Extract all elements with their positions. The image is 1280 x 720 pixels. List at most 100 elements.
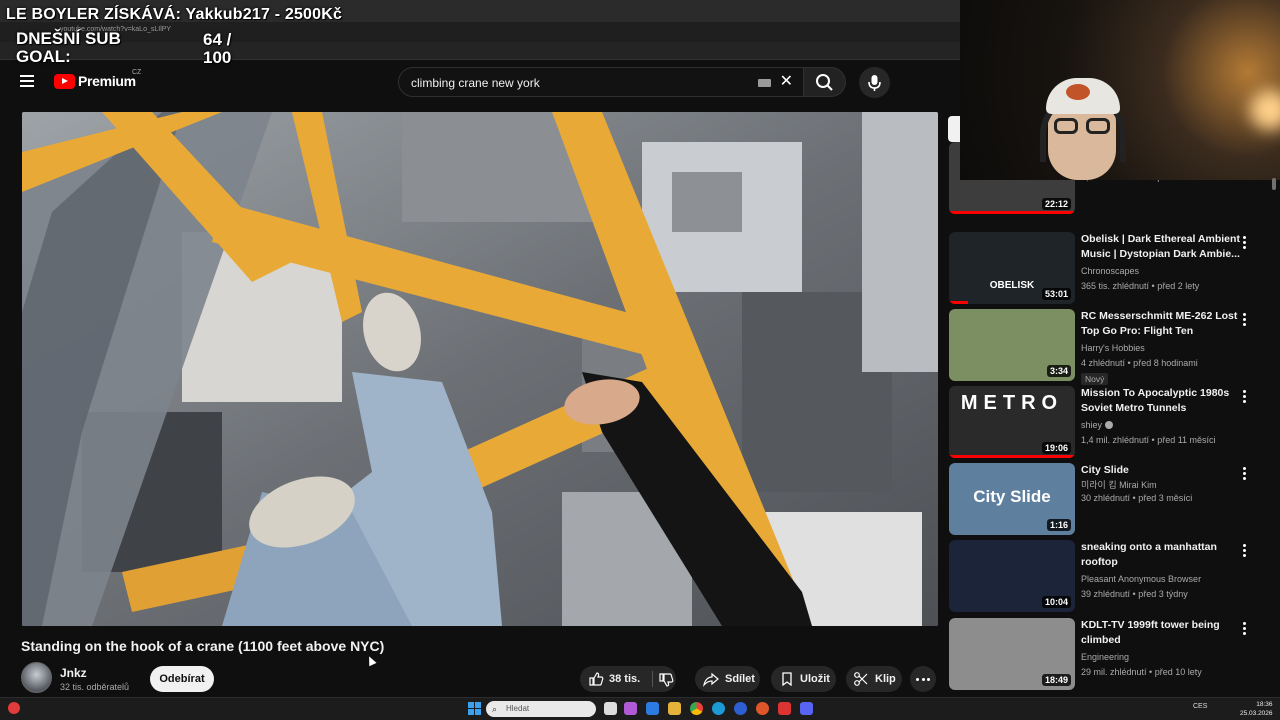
logo-text: Premium [78, 73, 136, 89]
windows-start-icon[interactable] [468, 702, 481, 715]
microphone-icon [868, 75, 881, 91]
more-options-icon[interactable] [1243, 622, 1247, 636]
input-language[interactable]: CES [1193, 703, 1207, 710]
recommendation-thumbnail[interactable]: City Slide 1:16 [949, 463, 1075, 535]
hamburger-menu-icon[interactable] [20, 75, 34, 87]
recommendation-title[interactable]: Obelisk | Dark Ethereal Ambient Music | … [1081, 232, 1251, 262]
recommendation-item[interactable]: METRO 19:06 Mission To Apocalyptic 1980s S… [949, 386, 1269, 458]
recommendation-channel[interactable]: Pleasant Anonymous Browser [1081, 574, 1201, 584]
recommendation-title[interactable]: RC Messerschmitt ME-262 Lost Top Go Pro:… [1081, 309, 1251, 339]
keyboard-icon[interactable] [758, 79, 771, 87]
search-input[interactable]: climbing crane new york ✕ [398, 67, 804, 97]
browser-address-bar[interactable]: youtube.com/watch?v=kaLo_sLIlPY [60, 26, 760, 40]
clear-search-icon[interactable]: ✕ [780, 73, 793, 91]
chrome-icon[interactable] [690, 702, 703, 715]
scissors-icon [854, 672, 868, 686]
recommendation-meta: 30 zhlédnutí • před 3 měsíci [1081, 493, 1193, 503]
save-label: Uložit [800, 673, 830, 685]
recommendation-item[interactable]: 18:49 KDLT-TV 1999ft tower being climbed E… [949, 618, 1269, 690]
channel-name[interactable]: Jnkz [60, 666, 87, 680]
edge-icon[interactable] [712, 702, 725, 715]
video-duration: 19:06 [1041, 442, 1071, 454]
like-divider [652, 671, 653, 687]
more-options-icon[interactable] [1243, 313, 1247, 327]
save-button[interactable]: Uložit [771, 666, 836, 692]
recommendation-title[interactable]: Mission To Apocalyptic 1980s Soviet Metr… [1081, 386, 1251, 416]
app-icon-5[interactable] [778, 702, 791, 715]
mouse-cursor [365, 654, 377, 667]
watch-progress-bar [949, 301, 968, 304]
thumbs-down-icon[interactable] [658, 672, 674, 688]
thumbs-up-icon[interactable] [588, 671, 604, 687]
recommendation-meta: 4 zhlédnutí • před 8 hodinami [1081, 358, 1198, 368]
taskbar-search[interactable]: ⌕ Hledat [486, 701, 596, 717]
recommendation-title[interactable]: KDLT-TV 1999ft tower being climbed [1081, 618, 1251, 648]
video-duration: 53:01 [1041, 288, 1071, 300]
recommendation-meta: 365 tis. zhlédnutí • před 2 lety [1081, 281, 1200, 291]
taskbar-clock[interactable]: 18:36 25.03.2026 [1240, 700, 1273, 718]
search-button[interactable] [804, 67, 846, 97]
tray-app-icon[interactable] [8, 702, 20, 714]
share-label: Sdílet [725, 673, 755, 685]
recommendation-channel[interactable]: 미라이 킴 Mirai Kim [1081, 478, 1157, 491]
task-view-icon[interactable] [604, 702, 617, 715]
like-count[interactable]: 38 tis. [609, 673, 640, 685]
video-duration: 18:49 [1041, 674, 1071, 686]
video-title: Standing on the hook of a crane (1100 fe… [21, 638, 385, 654]
verified-icon [1105, 421, 1114, 429]
recommendation-thumbnail[interactable]: 3:34 [949, 309, 1075, 381]
recommendation-item[interactable]: 3:34 RC Messerschmitt ME-262 Lost Top Go … [949, 309, 1269, 385]
clock-time: 18:36 [1256, 701, 1273, 708]
share-icon [703, 672, 719, 687]
recommendation-item[interactable]: OBELISK 53:01 Obelisk | Dark Ethereal Ambi… [949, 232, 1269, 304]
app-icon-2[interactable] [646, 702, 659, 715]
taskbar-search-icon: ⌕ [492, 704, 498, 714]
search-query[interactable]: climbing crane new york [411, 76, 540, 90]
folder-icon[interactable] [668, 702, 681, 715]
video-player[interactable] [22, 112, 938, 626]
more-options-icon[interactable] [1243, 544, 1247, 558]
webcam-overlay [960, 0, 1280, 180]
share-button[interactable]: Sdílet [695, 666, 760, 692]
new-badge: Nový [1081, 373, 1109, 385]
recommendation-channel[interactable]: Engineering [1081, 652, 1129, 662]
recommendations-scrollbar[interactable] [1272, 178, 1276, 190]
taskbar-search-placeholder: Hledat [506, 704, 530, 713]
app-icon-4[interactable] [756, 702, 769, 715]
recommendation-title[interactable]: sneaking onto a manhattan rooftop [1081, 540, 1251, 570]
recommendation-title[interactable]: City Slide [1081, 463, 1251, 478]
recommendation-item[interactable]: 10:04 sneaking onto a manhattan rooftop Pl… [949, 540, 1269, 612]
recommendation-meta: 39 zhlédnutí • před 3 týdny [1081, 589, 1188, 599]
recommendation-item[interactable]: City Slide 1:16 City Slide 미라이 킴 Mirai Kim 3… [949, 463, 1269, 535]
more-options-icon[interactable] [1243, 390, 1247, 404]
watch-progress-bar [949, 211, 1075, 214]
more-options-icon[interactable] [1243, 467, 1247, 481]
youtube-premium-logo[interactable]: Premium CZ [54, 69, 141, 89]
more-options-icon[interactable] [1243, 236, 1247, 250]
app-icon-1[interactable] [624, 702, 637, 715]
clip-button[interactable]: Klip [846, 666, 902, 692]
recommendation-channel[interactable]: Harry's Hobbies [1081, 343, 1145, 353]
recommendation-channel[interactable]: shiey [1081, 420, 1114, 430]
video-duration: 22:12 [1041, 198, 1071, 210]
recommendation-thumbnail[interactable]: 10:04 [949, 540, 1075, 612]
recommendation-channel[interactable]: Chronoscapes [1081, 266, 1139, 276]
thumbnail-text: City Slide [973, 487, 1051, 506]
discord-icon[interactable] [800, 702, 813, 715]
clip-label: Klip [875, 673, 896, 685]
recommendation-thumbnail[interactable]: OBELISK 53:01 [949, 232, 1075, 304]
recommendation-thumbnail[interactable]: 18:49 [949, 618, 1075, 690]
channel-avatar[interactable] [21, 662, 52, 693]
cap-logo [1066, 84, 1090, 100]
video-duration: 10:04 [1041, 596, 1071, 608]
app-icon-3[interactable] [734, 702, 747, 715]
subscribe-button[interactable]: Odebírat [150, 666, 214, 692]
thumbnail-text: METRO [960, 392, 1064, 414]
video-frame [22, 112, 938, 626]
recommendation-thumbnail[interactable]: METRO 19:06 [949, 386, 1075, 458]
more-actions-button[interactable] [910, 666, 936, 692]
watch-progress-bar [949, 455, 1075, 458]
country-code: CZ [132, 69, 142, 76]
search-icon [816, 74, 833, 91]
voice-search-button[interactable] [859, 67, 890, 98]
